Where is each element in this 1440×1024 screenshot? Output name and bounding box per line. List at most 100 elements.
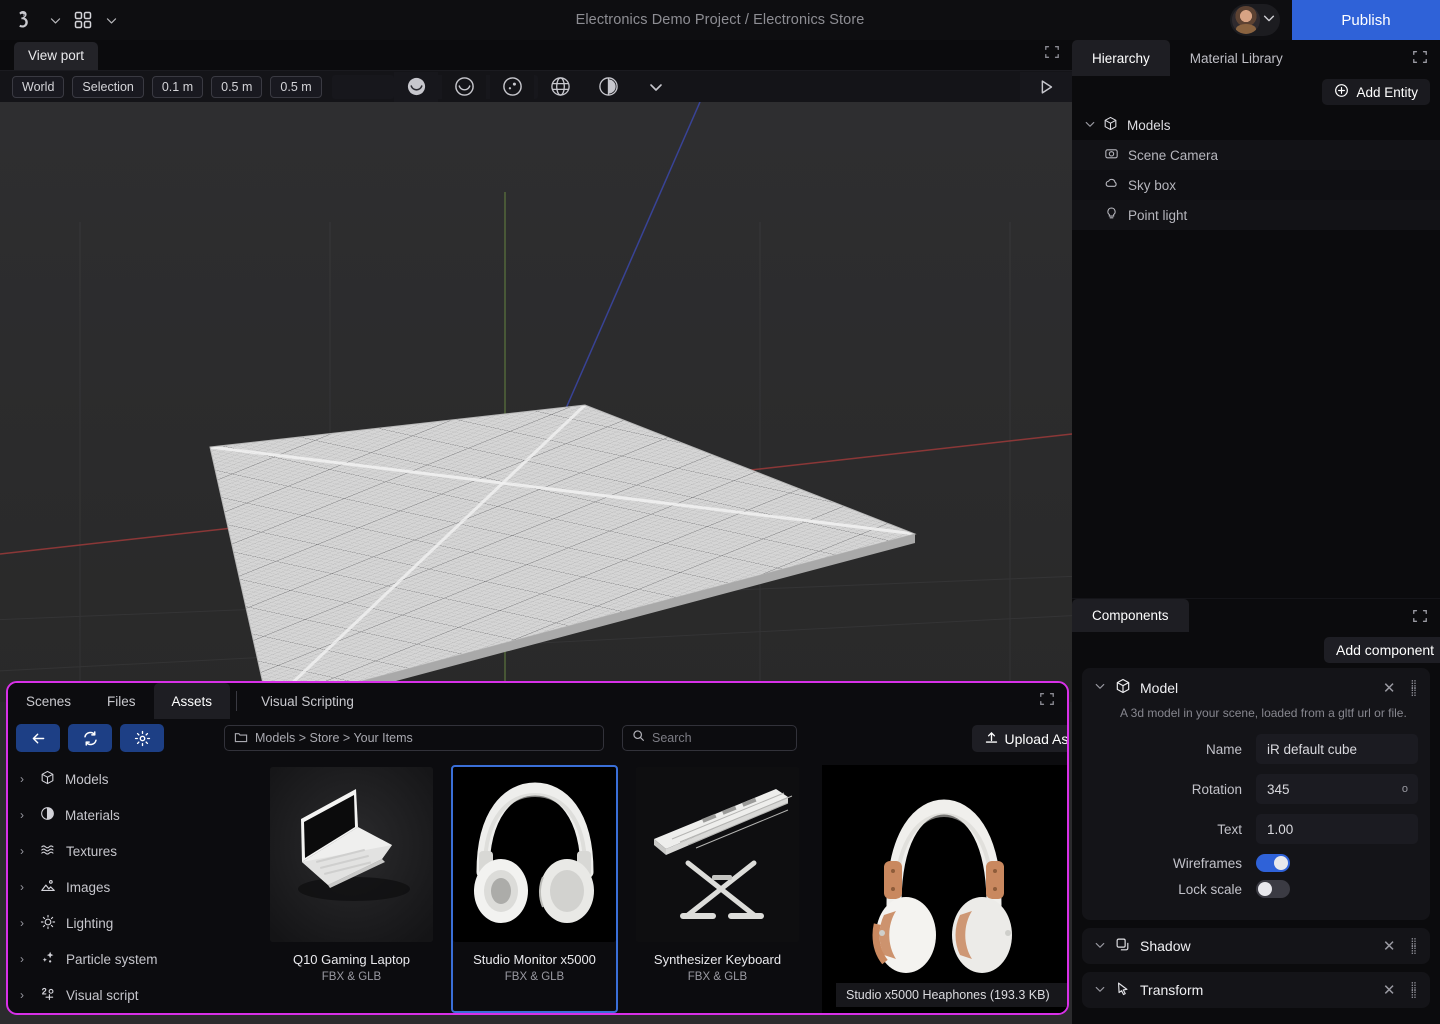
tree-item-images[interactable]: › Images: [8, 869, 258, 905]
upload-asset-button[interactable]: Upload Asset: [971, 725, 1067, 752]
tree-item-visual-script[interactable]: › Visual script: [8, 977, 258, 1013]
gear-icon[interactable]: [120, 724, 164, 752]
chevron-right-icon[interactable]: ›: [20, 880, 30, 894]
cube-icon: [1103, 116, 1118, 134]
tree-item-particle-system[interactable]: › Particle system: [8, 941, 258, 977]
tab-viewport[interactable]: View port: [14, 42, 99, 70]
publish-button[interactable]: Publish: [1292, 0, 1440, 40]
tab-hierarchy[interactable]: Hierarchy: [1072, 40, 1170, 76]
asset-panel-body: › Models › Materials › Textures › Images…: [8, 757, 1067, 1013]
toolbar-slot-1[interactable]: [331, 74, 394, 99]
shaded-solid-icon[interactable]: [394, 71, 438, 102]
component-card-transform[interactable]: Transform ✕ ⣿ ⣿: [1082, 972, 1430, 1008]
hierarchy-list: Models Scene Camera Sky box Point light: [1072, 108, 1440, 230]
chevron-down-icon[interactable]: [1094, 983, 1106, 998]
refresh-icon[interactable]: [68, 724, 112, 752]
close-x-icon[interactable]: ✕: [1377, 981, 1402, 999]
add-component-button[interactable]: Add component: [1324, 637, 1440, 663]
arrow-left-icon[interactable]: [16, 724, 60, 752]
add-entity-button[interactable]: Add Entity: [1322, 79, 1430, 105]
upload-icon: [984, 730, 999, 748]
asset-preview-pane[interactable]: Studio x5000 Heaphones (193.3 KB): [822, 765, 1067, 1013]
component-card-shadow[interactable]: Shadow ✕ ⣿ ⣿: [1082, 928, 1430, 964]
asset-search-box[interactable]: [622, 725, 797, 751]
shading-more-chevron-down-icon[interactable]: [634, 71, 678, 102]
tab-visual-scripting[interactable]: Visual Scripting: [243, 683, 372, 719]
play-triangle-icon[interactable]: [1020, 71, 1072, 102]
breadcrumb-text: Models > Store > Your Items: [255, 731, 413, 745]
component-title: Transform: [1140, 982, 1204, 998]
chevron-down-icon[interactable]: [1094, 939, 1106, 954]
tree-item-models[interactable]: › Models: [8, 761, 258, 797]
field-value: 345: [1267, 781, 1290, 797]
drag-dots-icon[interactable]: ⣿ ⣿: [1410, 982, 1418, 998]
camera-icon: [1104, 146, 1119, 164]
chevron-right-icon[interactable]: ›: [20, 988, 30, 1002]
chip-scale-snap[interactable]: 0.5 m: [270, 75, 322, 98]
cube-icon: [40, 770, 55, 788]
hierarchy-item-point-light[interactable]: Point light: [1072, 200, 1440, 230]
hierarchy-action-row: Add Entity: [1072, 76, 1440, 108]
tab-material-library[interactable]: Material Library: [1170, 40, 1303, 76]
components-expand-fullscreen-icon[interactable]: [1412, 608, 1428, 629]
chip-selection[interactable]: Selection: [72, 75, 144, 98]
rotation-input[interactable]: 345 o: [1256, 774, 1418, 804]
chevron-right-icon[interactable]: ›: [20, 952, 30, 966]
image-icon: [40, 878, 56, 897]
script-node-icon: [40, 986, 56, 1005]
chevron-right-icon[interactable]: ›: [20, 844, 30, 858]
tree-label: Visual script: [66, 987, 139, 1003]
globe-wireframe-icon[interactable]: [538, 71, 582, 102]
wireframes-toggle[interactable]: [1256, 854, 1290, 872]
tree-item-textures[interactable]: › Textures: [8, 833, 258, 869]
asset-card-synth-keyboard[interactable]: Synthesizer Keyboard FBX & GLB: [634, 765, 801, 1013]
components-body: Add component Model ✕ ⣿ ⣿ A 3d model in …: [1072, 632, 1440, 1024]
text-input[interactable]: 1.00: [1256, 814, 1418, 844]
lock-scale-toggle[interactable]: [1256, 880, 1290, 898]
chevron-right-icon[interactable]: ›: [20, 916, 30, 930]
chevron-right-icon[interactable]: ›: [20, 772, 30, 786]
tree-label: Textures: [66, 843, 118, 859]
logo-chevron-down-icon[interactable]: [44, 5, 66, 35]
hierarchy-item-scene-camera[interactable]: Scene Camera: [1072, 140, 1440, 170]
hierarchy-item-models[interactable]: Models: [1072, 110, 1440, 140]
tab-scenes[interactable]: Scenes: [8, 683, 89, 719]
close-x-icon[interactable]: ✕: [1377, 937, 1402, 955]
drag-dots-icon[interactable]: ⣿ ⣿: [1410, 679, 1418, 695]
asset-panel-expand-fullscreen-icon[interactable]: [1039, 691, 1055, 712]
chip-move-snap[interactable]: 0.5 m: [211, 75, 263, 98]
app-logo-icon[interactable]: [10, 4, 42, 36]
grid-apps-icon[interactable]: [68, 5, 98, 35]
breadcrumb-path[interactable]: Models > Store > Your Items: [224, 725, 604, 751]
tree-item-materials[interactable]: › Materials: [8, 797, 258, 833]
avatar-chevron-down-icon[interactable]: [1262, 11, 1276, 30]
grid-chevron-down-icon[interactable]: [100, 5, 122, 35]
chip-world[interactable]: World: [12, 75, 65, 98]
tab-components[interactable]: Components: [1072, 599, 1189, 632]
tree-item-lighting[interactable]: › Lighting: [8, 905, 258, 941]
close-x-icon[interactable]: ✕: [1377, 679, 1402, 697]
shaded-dot-icon[interactable]: [490, 71, 534, 102]
chevron-right-icon[interactable]: ›: [20, 808, 30, 822]
toggle-row-lock-scale: Lock scale: [1094, 880, 1418, 898]
avatar: [1232, 6, 1260, 34]
asset-name: Synthesizer Keyboard: [653, 952, 782, 967]
search-input[interactable]: [652, 731, 787, 745]
chevron-down-icon[interactable]: [1094, 680, 1106, 695]
viewport-expand-fullscreen-icon[interactable]: [1044, 44, 1060, 65]
asset-card-studio-monitor[interactable]: Studio Monitor x5000 FBX & GLB: [451, 765, 618, 1013]
drag-dots-icon[interactable]: ⣿ ⣿: [1410, 938, 1418, 954]
hierarchy-item-sky-box[interactable]: Sky box: [1072, 170, 1440, 200]
name-input[interactable]: iR default cube: [1256, 734, 1418, 764]
shaded-outline-icon[interactable]: [442, 71, 486, 102]
tab-assets[interactable]: Assets: [153, 683, 231, 719]
half-contrast-icon[interactable]: [586, 71, 630, 102]
asset-card-laptop[interactable]: Q10 Gaming Laptop FBX & GLB: [268, 765, 435, 1013]
chip-grid-size[interactable]: 0.1 m: [151, 75, 204, 98]
hierarchy-expand-fullscreen-icon[interactable]: [1412, 49, 1428, 70]
chevron-down-icon[interactable]: [1084, 118, 1095, 133]
user-menu[interactable]: [1230, 4, 1280, 36]
field-label: Text: [1217, 821, 1242, 837]
toggle-row-wireframes: Wireframes: [1094, 854, 1418, 872]
tab-files[interactable]: Files: [89, 683, 154, 719]
